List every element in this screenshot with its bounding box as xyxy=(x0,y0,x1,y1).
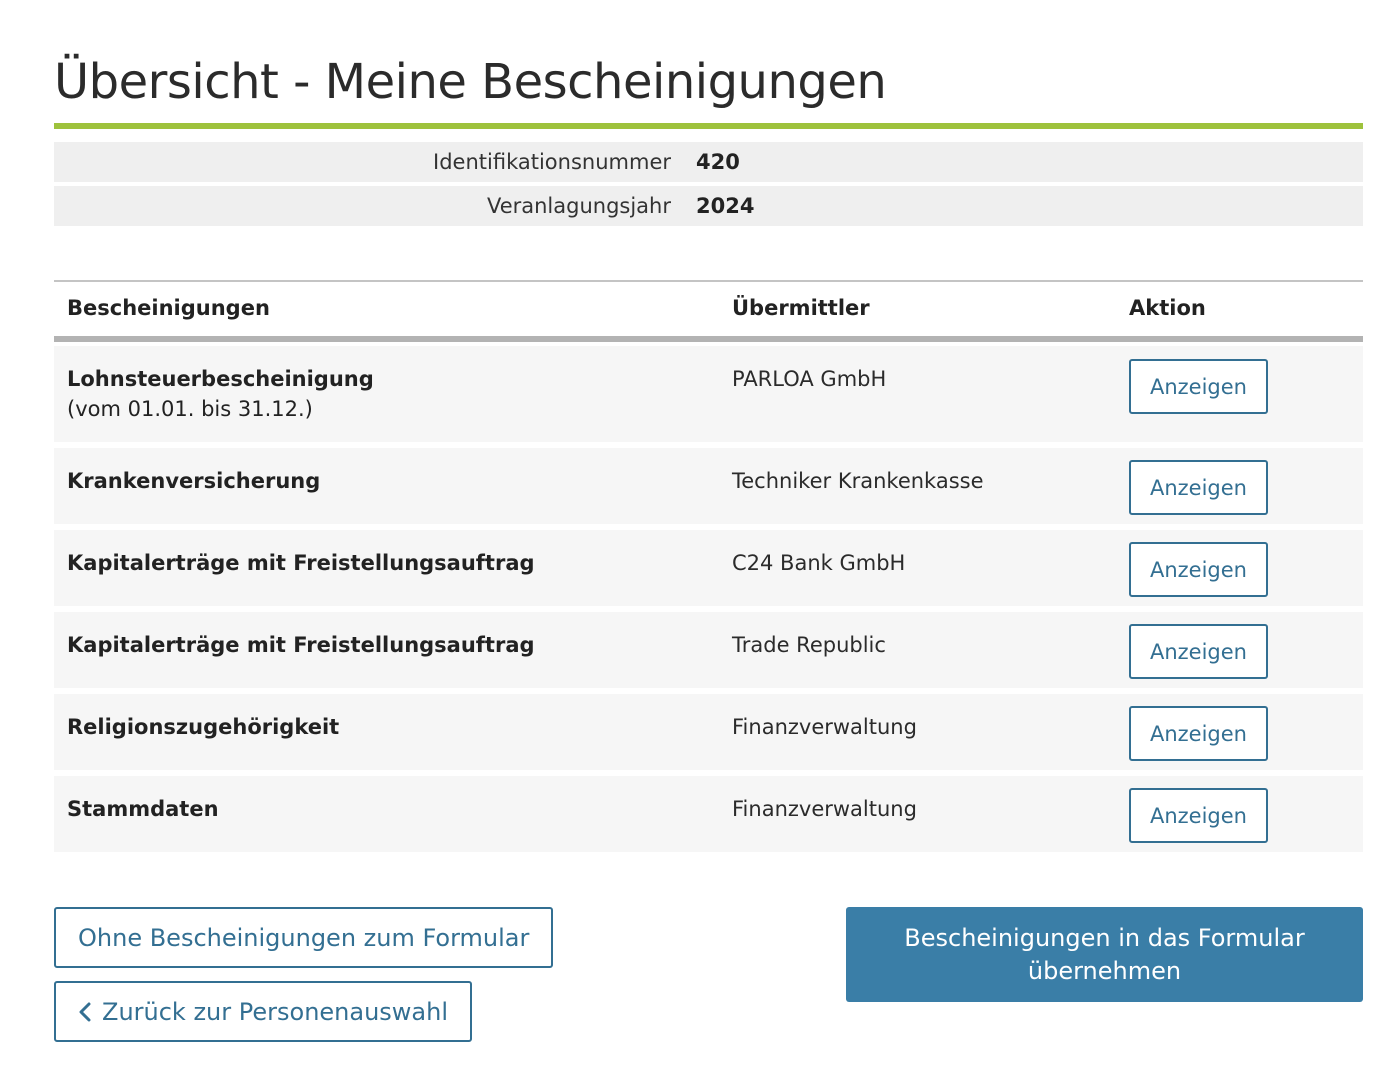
without-certificates-button[interactable]: Ohne Bescheinigungen zum Formular xyxy=(54,907,554,968)
info-label: Identifikationsnummer xyxy=(433,150,671,174)
certificate-name: Religionszugehörigkeit xyxy=(67,715,340,739)
table-row: Kapitalerträge mit Freistellungsauftrag … xyxy=(54,612,1363,688)
info-value: 420 xyxy=(696,150,740,174)
table-row: Kapitalerträge mit Freistellungsauftrag … xyxy=(54,530,1363,606)
title-divider xyxy=(54,123,1363,129)
table-header-divider xyxy=(54,336,1363,342)
table-row: Religionszugehörigkeit Finanzverwaltung … xyxy=(54,694,1363,770)
back-button-label: Zurück zur Personenauswahl xyxy=(102,997,449,1026)
page-title: Übersicht - Meine Bescheinigungen xyxy=(54,54,887,110)
column-header-action: Aktion xyxy=(1129,296,1206,320)
certificate-cell: Kapitalerträge mit Freistellungsauftrag xyxy=(67,630,535,660)
certificate-name: Kapitalerträge mit Freistellungsauftrag xyxy=(67,551,535,575)
certificate-cell: Krankenversicherung xyxy=(67,466,320,496)
certificate-cell: Lohnsteuerbescheinigung (vom 01.01. bis … xyxy=(67,364,374,424)
show-button[interactable]: Anzeigen xyxy=(1129,359,1268,414)
show-button[interactable]: Anzeigen xyxy=(1129,624,1268,679)
certificate-name: Lohnsteuerbescheinigung xyxy=(67,367,374,391)
sender-name: Finanzverwaltung xyxy=(732,715,917,739)
certificate-name: Kapitalerträge mit Freistellungsauftrag xyxy=(67,633,535,657)
certificate-cell: Kapitalerträge mit Freistellungsauftrag xyxy=(67,548,535,578)
show-button[interactable]: Anzeigen xyxy=(1129,788,1268,843)
sender-name: Trade Republic xyxy=(732,633,886,657)
show-button[interactable]: Anzeigen xyxy=(1129,460,1268,515)
table-row: Lohnsteuerbescheinigung (vom 01.01. bis … xyxy=(54,346,1363,442)
chevron-left-icon xyxy=(78,1001,92,1023)
info-row-id: Identifikationsnummer 420 xyxy=(54,142,1363,182)
table-header: Bescheinigungen Übermittler Aktion xyxy=(54,282,1363,336)
info-label: Veranlagungsjahr xyxy=(486,194,671,218)
certificate-cell: Stammdaten xyxy=(67,794,219,824)
info-value: 2024 xyxy=(696,194,755,218)
certificate-cell: Religionszugehörigkeit xyxy=(67,712,339,742)
apply-certificates-button[interactable]: Bescheinigungen in das Formular übernehm… xyxy=(846,907,1363,1002)
certificate-name: Stammdaten xyxy=(67,797,219,821)
column-header-sender: Übermittler xyxy=(732,296,870,320)
show-button[interactable]: Anzeigen xyxy=(1129,706,1268,761)
info-row-year: Veranlagungsjahr 2024 xyxy=(54,186,1363,226)
back-to-person-selection-button[interactable]: Zurück zur Personenauswahl xyxy=(54,981,473,1042)
table-row: Krankenversicherung Techniker Krankenkas… xyxy=(54,448,1363,524)
certificate-name: Krankenversicherung xyxy=(67,469,321,493)
column-header-certificates: Bescheinigungen xyxy=(67,296,270,320)
sender-name: Finanzverwaltung xyxy=(732,797,917,821)
table-row: Stammdaten Finanzverwaltung Anzeigen xyxy=(54,776,1363,852)
sender-name: Techniker Krankenkasse xyxy=(732,469,984,493)
certificate-period: (vom 01.01. bis 31.12.) xyxy=(67,397,313,421)
show-button[interactable]: Anzeigen xyxy=(1129,542,1268,597)
sender-name: PARLOA GmbH xyxy=(732,367,887,391)
sender-name: C24 Bank GmbH xyxy=(732,551,906,575)
